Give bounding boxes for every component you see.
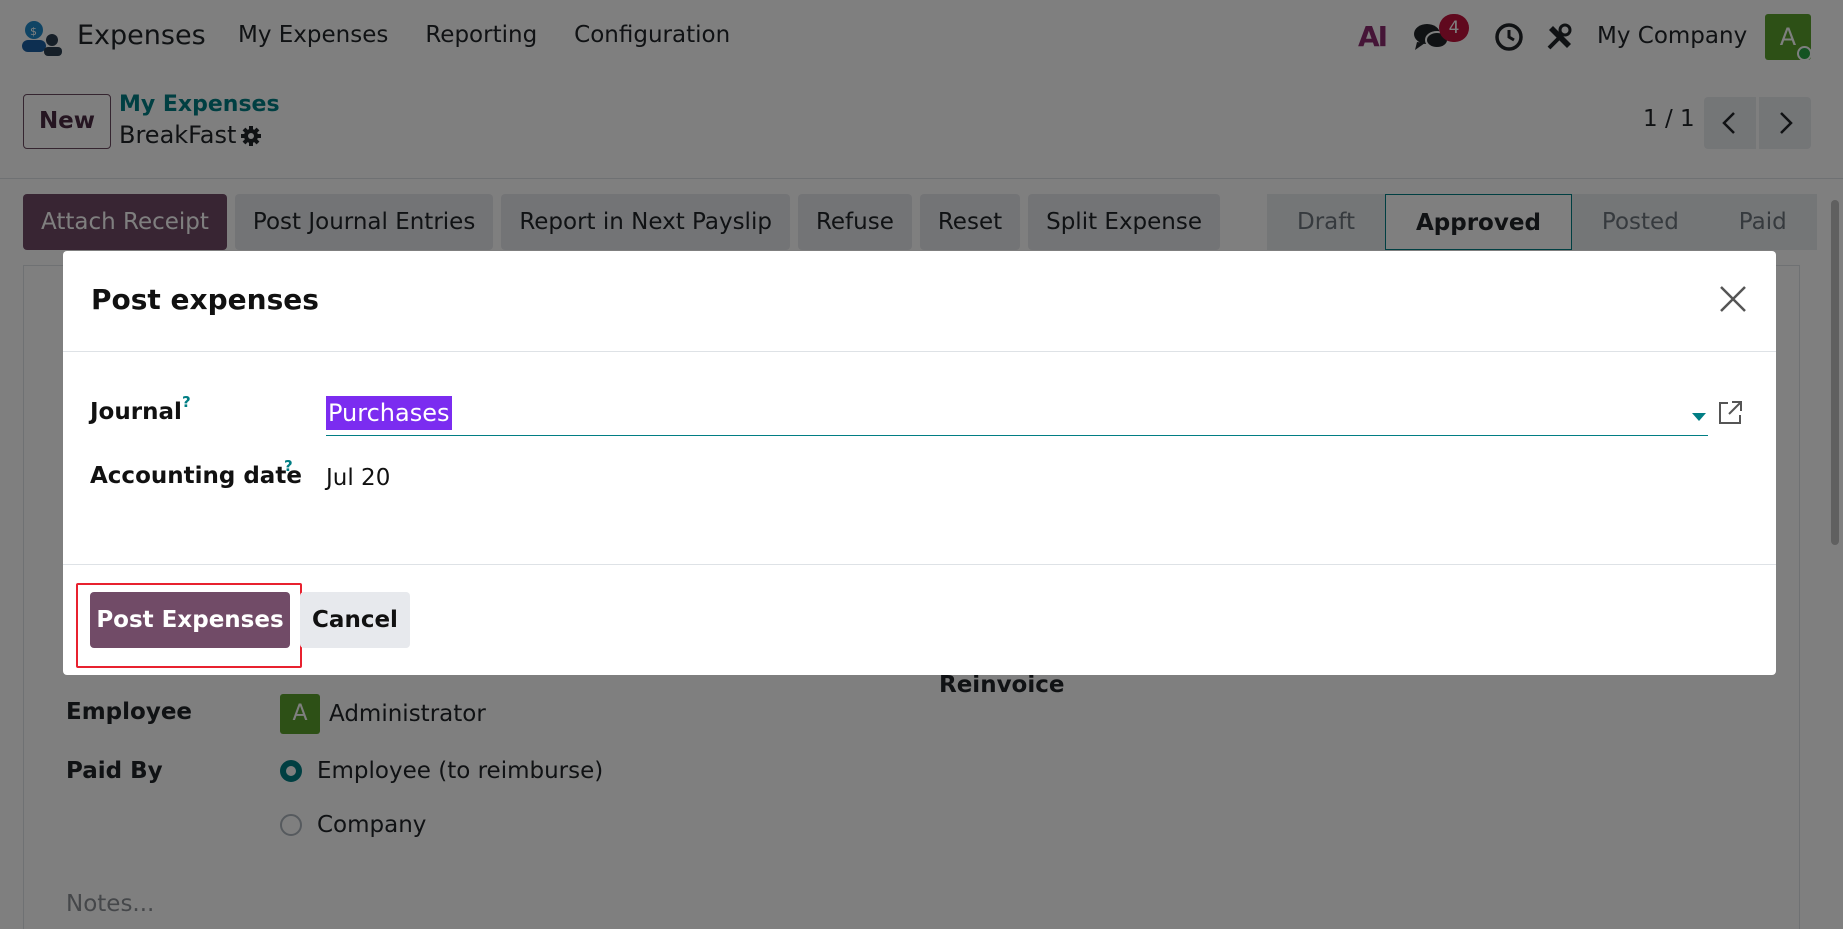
accounting-date-label: Accounting date	[90, 463, 302, 489]
dialog-title: Post expenses	[91, 283, 319, 316]
cancel-button[interactable]: Cancel	[300, 592, 410, 648]
close-icon[interactable]	[1717, 283, 1749, 315]
dialog-header-divider	[63, 351, 1776, 352]
post-expenses-button[interactable]: Post Expenses	[90, 592, 290, 648]
external-link-icon[interactable]	[1716, 399, 1744, 427]
dialog-footer-divider	[63, 564, 1776, 565]
journal-field[interactable]	[326, 394, 1708, 436]
journal-value[interactable]: Purchases	[326, 396, 452, 430]
accounting-date-field[interactable]: Jul 20	[326, 465, 390, 491]
dropdown-caret-icon[interactable]	[1692, 413, 1706, 421]
journal-help-icon[interactable]: ?	[182, 393, 191, 411]
post-expenses-dialog: Post expenses Journal ? Purchases Accoun…	[63, 251, 1776, 675]
journal-label: Journal	[90, 399, 182, 425]
accounting-date-help-icon[interactable]: ?	[284, 457, 293, 475]
